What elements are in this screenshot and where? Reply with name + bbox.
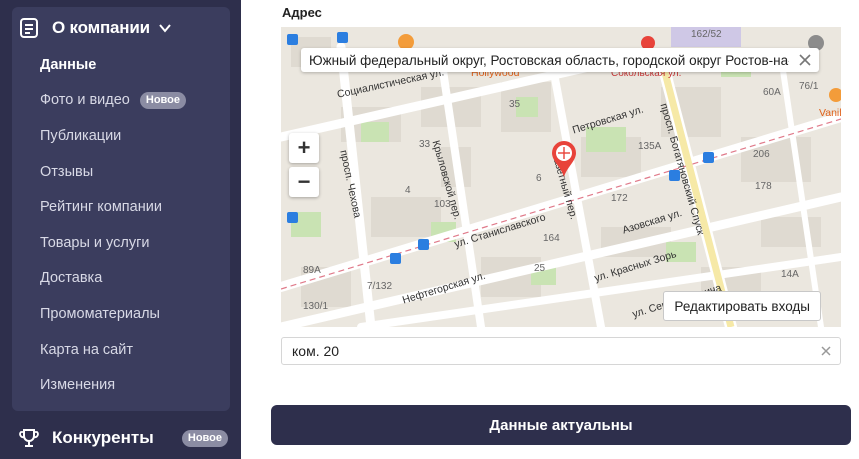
company-section-title: О компании <box>52 18 150 37</box>
house-number: 206 <box>753 149 770 160</box>
clear-icon[interactable] <box>818 343 834 359</box>
house-number: 60А <box>763 87 781 98</box>
new-badge: Новое <box>181 429 228 447</box>
sidebar-item-label: Публикации <box>40 127 122 144</box>
house-number: 6 <box>536 173 542 184</box>
house-number: 172 <box>611 193 628 204</box>
sidebar-item-label: Доставка <box>40 270 103 287</box>
house-number: 135А <box>638 141 662 152</box>
sidebar-item-label: Фото и видео <box>40 92 130 109</box>
company-nav-list: Данные Фото и видео Новое Публикации Отз… <box>40 47 218 403</box>
sidebar-item-delivery[interactable]: Доставка <box>40 261 218 297</box>
address-label: Адрес <box>282 5 322 20</box>
minus-icon: − <box>297 169 311 194</box>
zoom-out-button[interactable]: − <box>289 167 319 197</box>
house-number: 103 <box>434 199 451 210</box>
trophy-icon <box>19 429 39 447</box>
map-poi-label: Vanil <box>819 107 841 119</box>
house-number: 76/1 <box>799 81 819 92</box>
house-number: 25 <box>534 263 546 274</box>
edit-entrances-button[interactable]: Редактировать входы <box>663 291 821 321</box>
sidebar-item-site-map[interactable]: Карта на сайт <box>40 332 218 368</box>
data-actual-button[interactable]: Данные актуальны <box>271 405 851 445</box>
chevron-down-icon <box>159 24 171 33</box>
sidebar-item-label: Промоматериалы <box>40 305 160 322</box>
sidebar-item-label: Карта на сайт <box>40 341 133 358</box>
house-number: 162/52 <box>691 29 722 40</box>
competitors-label: Конкуренты <box>52 428 154 447</box>
house-number: 4 <box>405 185 411 196</box>
sidebar-item-label: Рейтинг компании <box>40 199 162 216</box>
company-section-header[interactable]: О компании <box>18 14 172 42</box>
room-input[interactable] <box>290 342 804 360</box>
house-number: 7/132 <box>367 281 393 292</box>
address-tooltip: Южный федеральный округ, Ростовская обла… <box>301 48 819 72</box>
house-number: 89А <box>303 265 321 276</box>
house-number: 164 <box>543 233 560 244</box>
sidebar-item-competitors[interactable]: Конкуренты Новое <box>18 424 228 452</box>
house-number: 14А <box>781 269 799 280</box>
house-number: 35 <box>509 99 521 110</box>
map-pin-icon[interactable] <box>549 139 579 179</box>
document-icon <box>20 18 38 38</box>
zoom-controls: + − <box>289 133 319 197</box>
sidebar-item-publications[interactable]: Публикации <box>40 118 218 154</box>
sidebar-item-goods-services[interactable]: Товары и услуги <box>40 225 218 261</box>
plus-icon: + <box>297 135 311 160</box>
sidebar: О компании Данные Фото и видео Новое Пуб… <box>0 0 241 459</box>
sidebar-item-photo-video[interactable]: Фото и видео Новое <box>40 83 218 119</box>
house-number: 130/1 <box>303 301 329 312</box>
close-icon[interactable] <box>797 52 813 68</box>
address-tooltip-text: Южный федеральный округ, Ростовская обла… <box>309 52 789 68</box>
sidebar-item-label: Изменения <box>40 377 116 394</box>
sidebar-item-label: Данные <box>40 56 97 73</box>
sidebar-item-promo[interactable]: Промоматериалы <box>40 296 218 332</box>
room-input-field[interactable] <box>281 337 841 365</box>
house-number: 33 <box>419 139 431 150</box>
address-map[interactable]: Социалистическая ул. Крыловской пер. про… <box>281 27 841 327</box>
sidebar-item-rating[interactable]: Рейтинг компании <box>40 189 218 225</box>
sidebar-item-reviews[interactable]: Отзывы <box>40 154 218 190</box>
new-badge: Новое <box>139 91 186 109</box>
zoom-in-button[interactable]: + <box>289 133 319 163</box>
sidebar-item-changes[interactable]: Изменения <box>40 367 218 403</box>
house-number: 178 <box>755 181 772 192</box>
sidebar-item-label: Отзывы <box>40 163 94 180</box>
sidebar-item-data[interactable]: Данные <box>40 47 218 83</box>
sidebar-item-label: Товары и услуги <box>40 234 150 251</box>
